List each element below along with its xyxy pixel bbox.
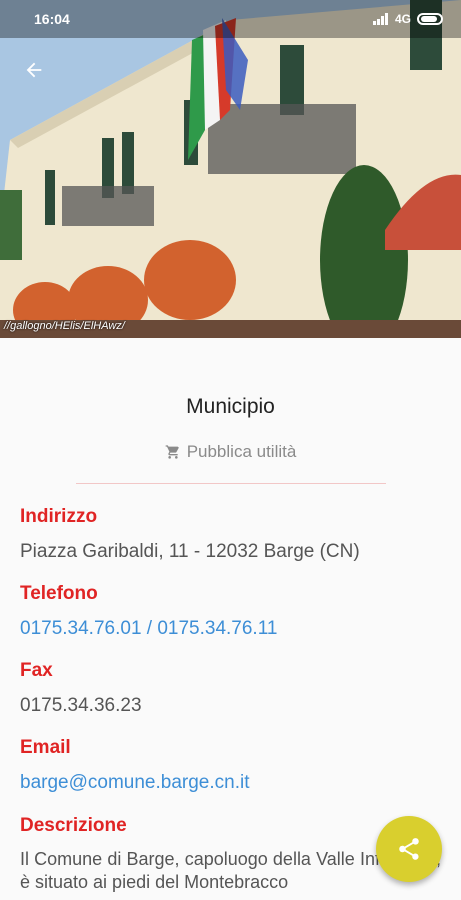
network-type: 4G (394, 12, 411, 26)
divider (76, 483, 386, 484)
photo-credit: //gallogno/HElis/ElHAwz/ (4, 320, 125, 332)
address-value: Piazza Garibaldi, 11 - 12032 Barge (CN) (20, 541, 360, 562)
share-button[interactable] (376, 816, 442, 882)
arrow-left-icon (26, 62, 42, 78)
battery-icon (417, 13, 443, 25)
status-bar: 16:04 4G (0, 0, 461, 38)
place-title: Municipio (186, 395, 275, 418)
place-category: Pubblica utilità (0, 442, 461, 462)
address-label: Indirizzo (20, 506, 98, 527)
phone-link[interactable]: 0175.34.76.01 / 0175.34.76.11 (20, 618, 277, 640)
fax-label: Fax (20, 660, 53, 681)
signal-icon (372, 13, 388, 25)
phone-label: Telefono (20, 583, 98, 604)
email-label: Email (20, 737, 71, 758)
cart-icon (165, 445, 179, 459)
email-link[interactable]: barge@comune.barge.cn.it (20, 772, 249, 794)
hero-photo (0, 0, 461, 338)
back-button[interactable] (16, 52, 52, 88)
fax-value: 0175.34.36.23 (20, 695, 142, 716)
status-time: 16:04 (34, 11, 70, 27)
category-label: Pubblica utilità (186, 442, 297, 461)
detail-content: Municipio Pubblica utilità Indirizzo Pia… (0, 338, 461, 900)
status-icons: 4G (372, 12, 443, 26)
description-label: Descrizione (20, 815, 127, 836)
share-icon (399, 838, 419, 860)
